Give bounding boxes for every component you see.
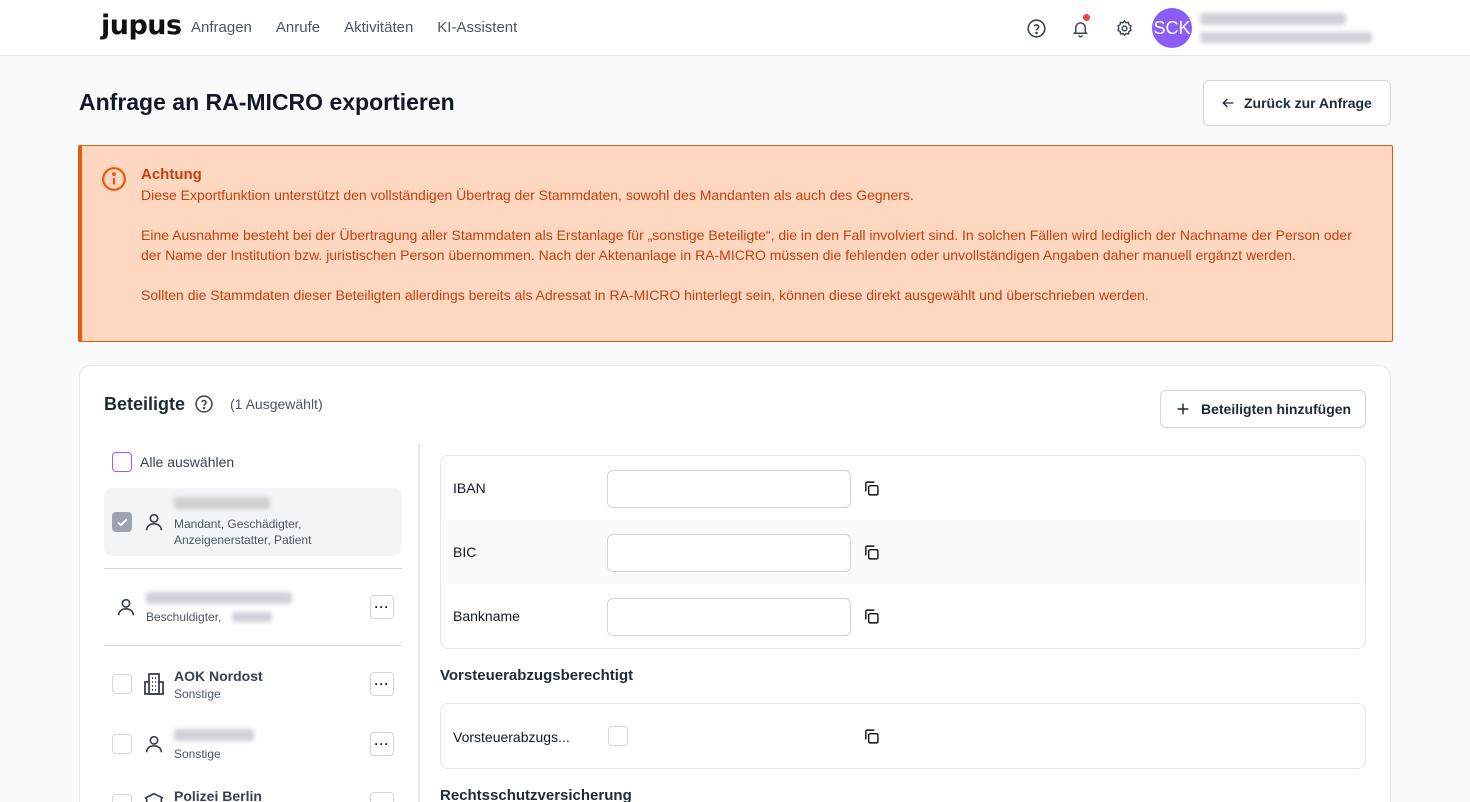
copy-icon[interactable] (863, 608, 880, 630)
top-navigation-bar: jupus Anfragen Anrufe Aktivitäten KI-Ass… (0, 0, 1470, 56)
nav-anrufe[interactable]: Anrufe (276, 19, 320, 36)
bic-label: BIC (453, 544, 477, 560)
bank-fields: IBAN BIC Bankname (440, 455, 1366, 649)
arrow-left-icon (1222, 98, 1234, 108)
alert-content: Achtung Diese Exportfunktion unterstützt… (141, 165, 1361, 325)
bankname-label: Bankname (453, 608, 520, 624)
back-to-request-button[interactable]: Zurück zur Anfrage (1203, 80, 1391, 126)
main-nav: Anfragen Anrufe Aktivitäten KI-Assistent (191, 19, 541, 36)
more-options-button[interactable]: ··· (370, 732, 394, 756)
alert-paragraph: Sollten die Stammdaten dieser Beteiligte… (141, 287, 1149, 303)
nav-ki-assistent[interactable]: KI-Assistent (437, 19, 517, 36)
redacted-user-email (1200, 32, 1372, 43)
back-button-label: Zurück zur Anfrage (1244, 95, 1372, 111)
participant-name: Polizei Berlin (174, 788, 262, 802)
insurance-section-heading: Rechtsschutzversicherung (440, 787, 632, 802)
page-title: Anfrage an RA-MICRO exportieren (79, 89, 455, 115)
selected-count: (1 Ausgewählt) (230, 396, 323, 412)
participants-title: Beteiligte (104, 394, 186, 414)
more-options-button[interactable]: ··· (370, 595, 394, 619)
building-icon (143, 672, 165, 701)
participant-role: Mandant, Geschädigter, Anzeigenerstatter… (174, 517, 312, 547)
more-options-button[interactable]: ··· (370, 672, 394, 696)
gear-icon[interactable] (1112, 16, 1136, 40)
participant-role: Beschuldigter, (146, 610, 222, 624)
vat-label: Vorsteuerabzugs... (453, 729, 570, 745)
person-icon (143, 733, 165, 760)
alert-title: Achtung (141, 166, 202, 183)
person-icon (115, 596, 137, 623)
redacted-participant-name (174, 497, 270, 509)
redacted-participant-name (146, 592, 292, 604)
alert-paragraph: Diese Exportfunktion unterstützt den vol… (141, 187, 914, 203)
iban-label: IBAN (453, 480, 486, 496)
plus-icon (1177, 403, 1189, 415)
bell-icon[interactable] (1068, 14, 1092, 40)
bankname-input[interactable] (607, 598, 851, 636)
add-participant-label: Beteiligten hinzufügen (1201, 401, 1352, 417)
divider (104, 568, 402, 569)
jupus-logo[interactable]: jupus (101, 10, 182, 41)
institution-icon (143, 790, 165, 802)
panel-divider (418, 444, 420, 802)
copy-icon[interactable] (863, 480, 880, 502)
alert-paragraph: Eine Ausnahme besteht bei der Übertragun… (141, 227, 1352, 263)
bic-input[interactable] (607, 534, 851, 572)
vat-checkbox[interactable] (608, 726, 628, 746)
redacted-participant-name (174, 729, 254, 741)
select-all-label[interactable]: Alle auswählen (140, 454, 234, 470)
copy-icon[interactable] (863, 544, 880, 566)
redacted-participant-role (232, 612, 272, 622)
field-row-bankname: Bankname (441, 584, 1365, 648)
field-row-bic: BIC (441, 520, 1365, 584)
participant-checkbox[interactable] (112, 674, 132, 694)
help-circle-icon[interactable] (1024, 16, 1048, 40)
vat-fields: Vorsteuerabzugs... (440, 703, 1366, 769)
redacted-user-name (1200, 13, 1346, 25)
help-circle-icon[interactable] (194, 394, 214, 419)
nav-anfragen[interactable]: Anfragen (191, 19, 252, 36)
add-participant-button[interactable]: Beteiligten hinzufügen (1160, 390, 1366, 428)
participant-checkbox[interactable] (112, 512, 132, 532)
field-row-iban: IBAN (441, 456, 1365, 520)
participant-checkbox[interactable] (112, 794, 132, 802)
vat-section-heading: Vorsteuerabzugsberechtigt (440, 667, 634, 684)
warning-alert: Achtung Diese Exportfunktion unterstützt… (78, 145, 1393, 342)
more-options-button[interactable]: ··· (370, 792, 394, 802)
divider (104, 645, 402, 646)
info-circle-icon (101, 166, 127, 197)
select-all-checkbox[interactable] (112, 452, 132, 472)
participant-role: Sonstige (174, 747, 221, 761)
participant-role: Sonstige (174, 687, 221, 701)
iban-input[interactable] (607, 470, 851, 508)
notification-dot (1083, 14, 1090, 21)
person-icon (143, 511, 165, 538)
copy-icon[interactable] (863, 728, 880, 750)
participant-checkbox[interactable] (112, 734, 132, 754)
check-icon (116, 518, 128, 527)
user-avatar[interactable]: SCK (1152, 8, 1192, 48)
participant-name: AOK Nordost (174, 668, 263, 684)
nav-aktivitaeten[interactable]: Aktivitäten (344, 19, 413, 36)
